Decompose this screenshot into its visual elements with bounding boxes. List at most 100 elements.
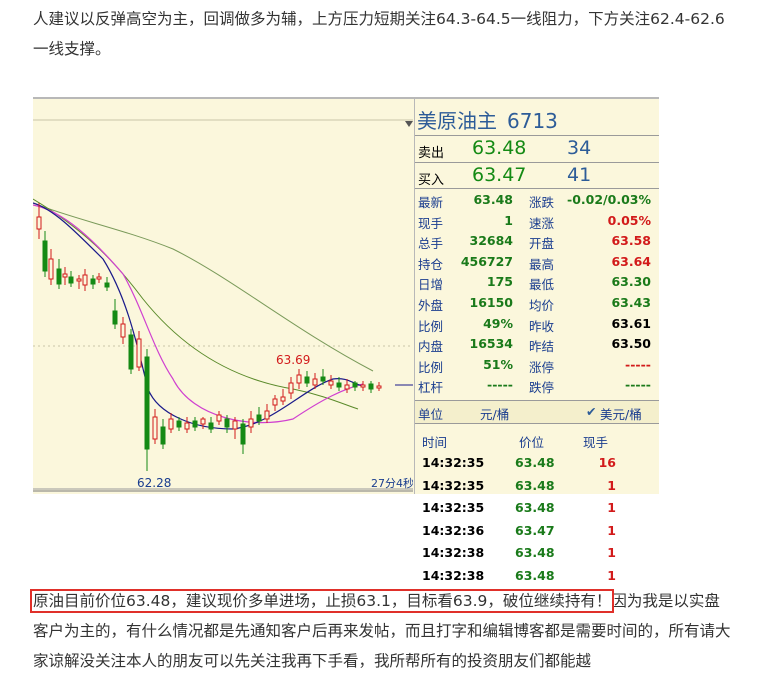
unit-value: 元/桶 bbox=[480, 407, 510, 422]
candle-body bbox=[184, 422, 190, 430]
candle-body bbox=[296, 374, 302, 384]
candle-body bbox=[200, 418, 206, 425]
quote-stat-row: 内盘 16534 昨结 63.50 bbox=[415, 334, 659, 355]
candle-body bbox=[328, 380, 334, 386]
trade-time: 14:32:36 bbox=[422, 522, 485, 538]
candle-body bbox=[76, 278, 82, 282]
quote-stat-row: 杠杆 ----- 跌停 ----- bbox=[415, 375, 659, 396]
candle-body bbox=[90, 278, 96, 285]
quote-stat-row: 外盘 16150 均价 63.43 bbox=[415, 293, 659, 314]
trade-volume: 1 bbox=[607, 500, 616, 516]
stat-value: 51% bbox=[483, 356, 513, 372]
stat-label: 昨结 bbox=[529, 339, 555, 355]
trades-header-time: 时间 bbox=[422, 435, 448, 450]
stat-value: 63.61 bbox=[611, 315, 651, 331]
stat-value: 1 bbox=[504, 212, 513, 228]
check-icon[interactable]: ✔ bbox=[586, 404, 596, 419]
trade-price: 63.47 bbox=[515, 522, 555, 538]
instrument-title: 美原油主 6713 bbox=[417, 105, 558, 134]
candle-body bbox=[224, 418, 230, 428]
stat-label: 日增 bbox=[418, 277, 444, 293]
trade-row: 14:32:38 63.48 1 bbox=[415, 565, 659, 588]
chart-dropdown-icon bbox=[405, 121, 413, 127]
trade-price: 63.48 bbox=[515, 455, 555, 470]
candle-body bbox=[152, 416, 158, 440]
sell-row: 卖出 63.48 34 bbox=[415, 135, 659, 162]
quote-stat-row: 持仓 456727 最高 63.64 bbox=[415, 252, 659, 273]
stat-label: 总手 bbox=[418, 236, 444, 252]
stat-label: 现手 bbox=[418, 215, 444, 231]
candle-body bbox=[288, 382, 294, 394]
stat-label: 涨跌 bbox=[529, 195, 555, 210]
candle-body bbox=[128, 334, 134, 370]
stat-label: 比例 bbox=[418, 318, 444, 334]
article-paragraph-top: 人建议以反弹高空为主，回调做多为辅，上方压力短期关注64.3-64.5一线阻力，… bbox=[33, 10, 725, 58]
candle-body bbox=[104, 282, 110, 288]
trade-time: 14:32:38 bbox=[422, 545, 485, 561]
trade-row: 14:32:35 63.48 1 bbox=[415, 497, 659, 520]
trades-header: 时间 价位 现手 bbox=[415, 432, 659, 452]
candle-body bbox=[320, 376, 326, 382]
candlestick-chart: 63.69 62.28 27分4秒 bbox=[33, 99, 413, 494]
sell-volume: 34 bbox=[567, 137, 592, 159]
stat-value: ----- bbox=[487, 377, 513, 393]
quote-stat-row: 比例 49% 昨收 63.61 bbox=[415, 314, 659, 335]
stat-value: 456727 bbox=[460, 253, 513, 269]
candle-body bbox=[48, 258, 54, 280]
candle-body bbox=[272, 398, 278, 406]
candle-body bbox=[352, 382, 358, 388]
stat-label: 持仓 bbox=[418, 256, 444, 272]
candle-body bbox=[136, 338, 142, 368]
stat-value: 63.64 bbox=[611, 253, 651, 269]
trade-volume: 1 bbox=[607, 568, 616, 583]
currency-value[interactable]: 美元/桶 bbox=[600, 404, 642, 423]
unit-label: 单位 bbox=[418, 407, 444, 422]
trade-row: 14:32:35 63.48 16 bbox=[415, 452, 659, 475]
trade-volume: 1 bbox=[607, 545, 616, 561]
buy-price: 63.47 bbox=[472, 164, 527, 186]
stat-label: 最低 bbox=[529, 277, 555, 293]
candle-body bbox=[248, 418, 254, 428]
stat-value: -0.02/0.03% bbox=[567, 192, 651, 207]
quote-screenshot: 63.69 62.28 27分4秒 美原油主 6713 卖出 63.48 34 买入 … bbox=[33, 97, 659, 583]
sell-price: 63.48 bbox=[472, 137, 527, 159]
stat-label: 内盘 bbox=[418, 339, 444, 355]
candle-body bbox=[256, 414, 262, 422]
stat-label: 均价 bbox=[529, 298, 555, 313]
candle-body bbox=[160, 426, 166, 445]
stat-label: 速涨 bbox=[529, 215, 555, 231]
high-price-label: 63.69 bbox=[276, 353, 310, 367]
ma-line-short bbox=[33, 204, 364, 424]
candle-body bbox=[344, 384, 350, 390]
stat-value: 16150 bbox=[469, 295, 514, 310]
candle-body bbox=[216, 414, 222, 422]
stat-label: 昨收 bbox=[529, 318, 555, 334]
candle-body bbox=[376, 385, 382, 389]
stat-value: 0.05% bbox=[607, 212, 651, 228]
ma-line-fast bbox=[33, 202, 364, 430]
quote-stat-row: 比例 51% 涨停 ----- bbox=[415, 355, 659, 376]
stat-label: 跌停 bbox=[529, 380, 555, 396]
stat-value: 63.48 bbox=[473, 192, 513, 207]
stat-label: 杠杆 bbox=[418, 380, 444, 396]
instrument-code: 6713 bbox=[507, 109, 558, 133]
candle-body bbox=[280, 396, 286, 402]
trades-header-volume: 现手 bbox=[583, 435, 609, 450]
candle-body bbox=[360, 384, 366, 388]
candle-body bbox=[120, 323, 126, 338]
quote-stat-row: 总手 32684 开盘 63.58 bbox=[415, 231, 659, 252]
stat-label: 最新 bbox=[418, 195, 444, 210]
trade-row: 14:32:35 63.48 1 bbox=[415, 475, 659, 498]
quote-stats-grid: 最新 63.48 涨跌 -0.02/0.03% 现手 1 速涨 0.05% 总手 32684 开盘 6… bbox=[415, 188, 659, 395]
stat-value: 63.30 bbox=[611, 274, 651, 290]
trade-time: 14:32:35 bbox=[422, 477, 485, 493]
candle-body bbox=[68, 276, 74, 284]
buy-row: 买入 63.47 41 bbox=[415, 162, 659, 189]
stat-value: 63.43 bbox=[611, 295, 651, 310]
trade-row: 14:32:36 63.47 1 bbox=[415, 520, 659, 543]
elapsed-time-label: 27分4秒 bbox=[371, 476, 413, 490]
stat-value: 175 bbox=[486, 274, 513, 290]
stat-value: 63.58 bbox=[611, 233, 651, 249]
candlestick-chart-svg: 63.69 62.28 27分4秒 bbox=[33, 119, 413, 492]
candle-body bbox=[56, 268, 62, 285]
